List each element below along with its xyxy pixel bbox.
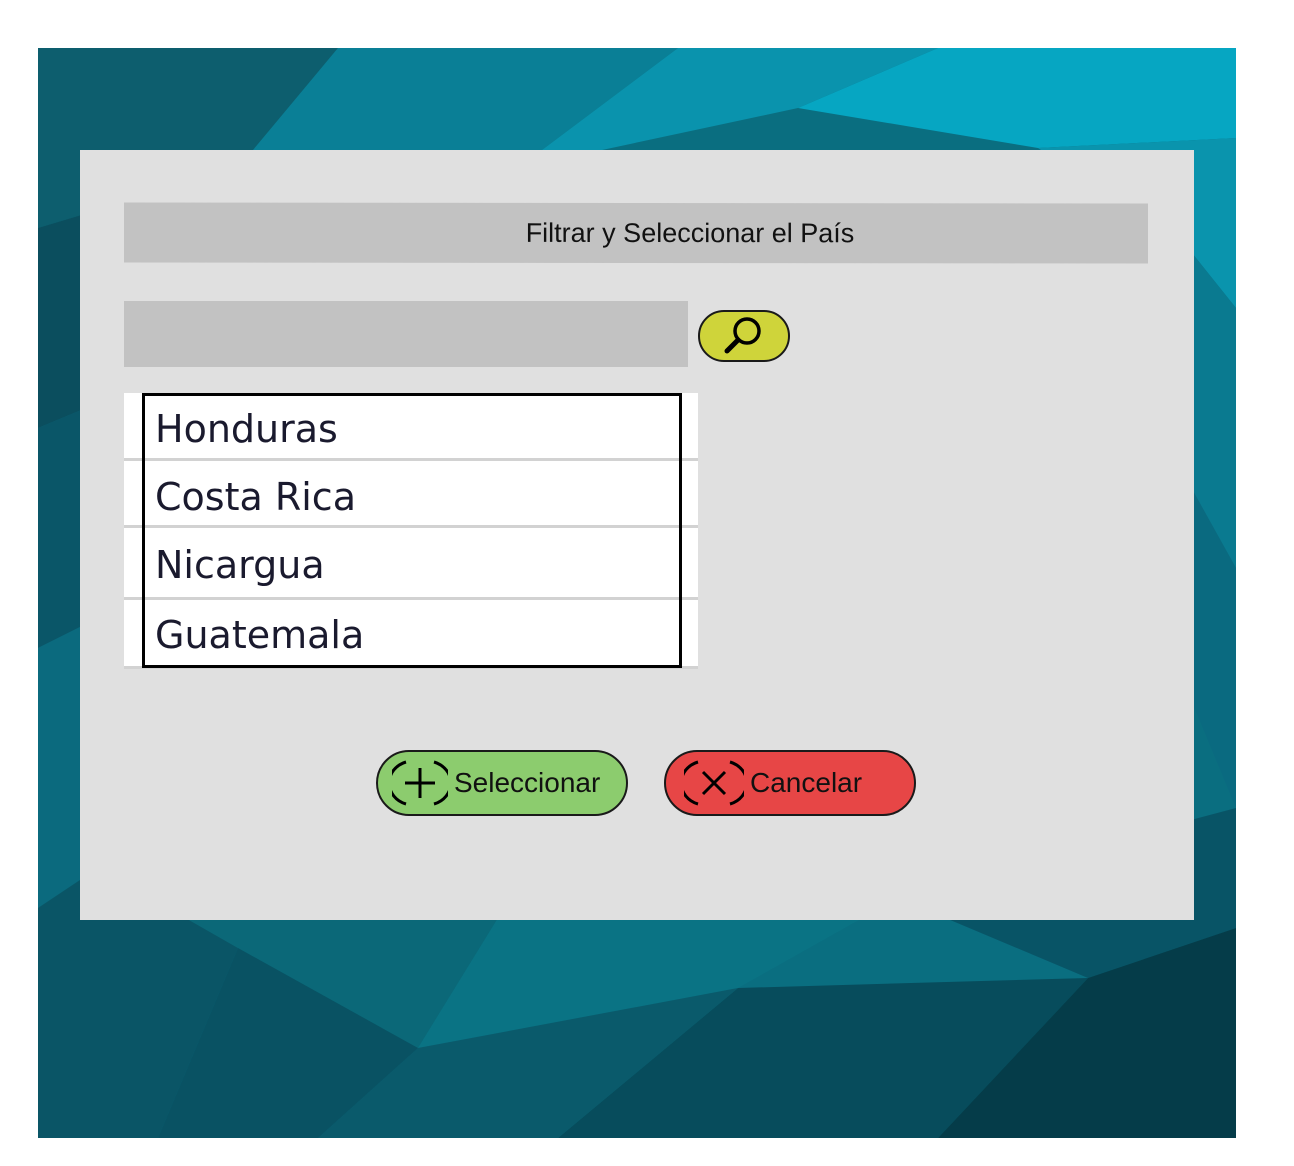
select-button-label: Seleccionar (454, 767, 601, 798)
list-item[interactable]: Guatemala (155, 616, 364, 654)
country-list-container: Honduras Costa Rica Nicargua Guatemala (124, 393, 698, 669)
dialog-title: Filtrar y Seleccionar el País (124, 202, 1148, 264)
cancel-button-label: Cancelar (750, 767, 863, 798)
country-selection-dialog: Filtrar y Seleccionar el País Honduras C… (80, 150, 1194, 920)
magnifier-icon (720, 312, 768, 360)
search-input[interactable] (124, 301, 688, 367)
search-button[interactable] (698, 310, 790, 362)
cancel-button[interactable]: Cancelar (664, 750, 916, 816)
plus-circle-icon (392, 758, 448, 808)
select-button[interactable]: Seleccionar (376, 750, 628, 816)
list-item[interactable]: Costa Rica (155, 478, 356, 516)
close-circle-icon (684, 758, 744, 808)
list-item[interactable]: Nicargua (155, 546, 325, 584)
country-listbox[interactable]: Honduras Costa Rica Nicargua Guatemala (142, 393, 682, 668)
list-item[interactable]: Honduras (155, 410, 338, 448)
